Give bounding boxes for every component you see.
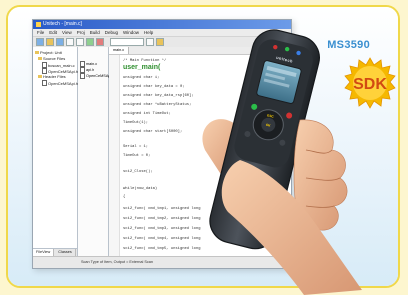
config-select[interactable] <box>110 38 144 46</box>
tree-item[interactable]: OpenCeMSApi.h <box>42 80 78 86</box>
build-icon[interactable] <box>86 38 94 46</box>
code-line: unsigned int TimeOut; <box>123 112 171 116</box>
code-line: while(now_data) <box>123 187 158 191</box>
ide-window: Unitech - [main.c] File Edit View Proj B… <box>32 19 292 269</box>
menu-debug[interactable]: Debug <box>105 29 118 36</box>
code-line: sci2_func( cmd_tmp2, unsigned long <box>123 217 201 221</box>
code-line: sci2_func( cmd_tmp3, unsigned long <box>123 227 201 231</box>
folder-icon <box>38 57 42 60</box>
save-icon[interactable] <box>56 38 64 46</box>
tree-label: OpenCeMSApi.h <box>48 80 79 86</box>
tree-label: OpenCeMSApi.h <box>48 68 79 74</box>
bookmark-icon[interactable] <box>156 38 164 46</box>
code-line: sci2_func( cmd_tmp1, unsigned long <box>123 207 201 211</box>
code-line: sci2_Close(); <box>123 170 153 174</box>
ide-statusbar: Scan Type of Item, Output = External Sca… <box>33 256 291 268</box>
file-icon <box>42 80 47 86</box>
menu-view[interactable]: View <box>62 29 72 36</box>
product-frame: Unitech - [main.c] File Edit View Proj B… <box>6 5 400 288</box>
menu-file[interactable]: File <box>37 29 44 36</box>
tree-label: bcscan_main.c <box>48 62 75 68</box>
tree-label: Project: Unit <box>40 50 62 55</box>
project-pane: Project: Unit Source Files bcscan_main.c… <box>33 47 78 256</box>
stop-icon[interactable] <box>96 38 104 46</box>
file-label: main.c <box>86 62 98 66</box>
cut-icon[interactable] <box>66 38 74 46</box>
tree-item[interactable]: Project: Unit <box>35 50 62 55</box>
new-file-icon[interactable] <box>36 38 44 46</box>
tab-classes[interactable]: Classes <box>55 249 76 256</box>
code-line: TimeOut(1); <box>123 121 149 125</box>
file-label: api.h <box>86 68 95 72</box>
code-line: /* Main Function */ <box>123 59 167 63</box>
code-line: sci2_func( cmd_tmp4, unsigned long <box>123 237 201 241</box>
menu-edit[interactable]: Edit <box>49 29 57 36</box>
file-icon <box>80 73 85 79</box>
editor-tab[interactable]: main.c <box>109 47 130 54</box>
code-line: unsigned char key_data_rsp[60]; <box>123 94 194 98</box>
sdk-badge: SDK <box>344 57 396 109</box>
folder-icon <box>35 51 39 54</box>
code-line: { <box>123 195 126 199</box>
ide-menubar: File Edit View Proj Build Debug Window H… <box>33 29 291 37</box>
tree-item[interactable]: Header Files <box>38 74 66 79</box>
pane-tabs: FileView Classes <box>33 248 77 256</box>
open-folder-icon[interactable] <box>46 38 54 46</box>
code-line: sci2_func( cmd_tmp5, unsigned long <box>123 247 201 251</box>
menu-help[interactable]: Help <box>144 29 153 36</box>
ide-titlebar: Unitech - [main.c] <box>33 20 291 29</box>
ide-panes: Project: Unit Source Files bcscan_main.c… <box>33 47 291 256</box>
app-icon <box>36 22 41 27</box>
code-line: Serial = 1; <box>123 145 149 149</box>
tree-label: Source Files <box>43 56 66 61</box>
code-line: unsigned char i; <box>123 76 160 80</box>
code-function-title: user_main( <box>123 64 161 71</box>
model-label: MS3590 <box>327 39 370 51</box>
file-pane: main.c api.h OpenCeMSApi.h <box>78 47 115 256</box>
ide-title: Unitech - [main.c] <box>43 21 82 27</box>
folder-icon <box>38 75 42 78</box>
code-line: unsigned char start[5000]; <box>123 130 183 134</box>
code-line: unsigned char *uBatteryStatus; <box>123 103 192 107</box>
code-line: TimeOut = 0; <box>123 154 151 158</box>
copy-icon[interactable] <box>76 38 84 46</box>
menu-proj[interactable]: Proj <box>77 29 85 36</box>
menu-build[interactable]: Build <box>90 29 100 36</box>
tree-label: Header Files <box>43 74 66 79</box>
code-editor[interactable]: main.c /* Main Function */ user_main( un… <box>109 47 291 256</box>
code-line: unsigned char key_data = 0; <box>123 85 185 89</box>
menu-window[interactable]: Window <box>123 29 139 36</box>
find-icon[interactable] <box>146 38 154 46</box>
editor-tabstrip: main.c <box>109 47 291 55</box>
tab-fileview[interactable]: FileView <box>33 249 55 256</box>
tree-item[interactable]: Source Files <box>38 56 65 61</box>
sdk-label: SDK <box>353 76 387 93</box>
line-gutter <box>109 55 120 256</box>
